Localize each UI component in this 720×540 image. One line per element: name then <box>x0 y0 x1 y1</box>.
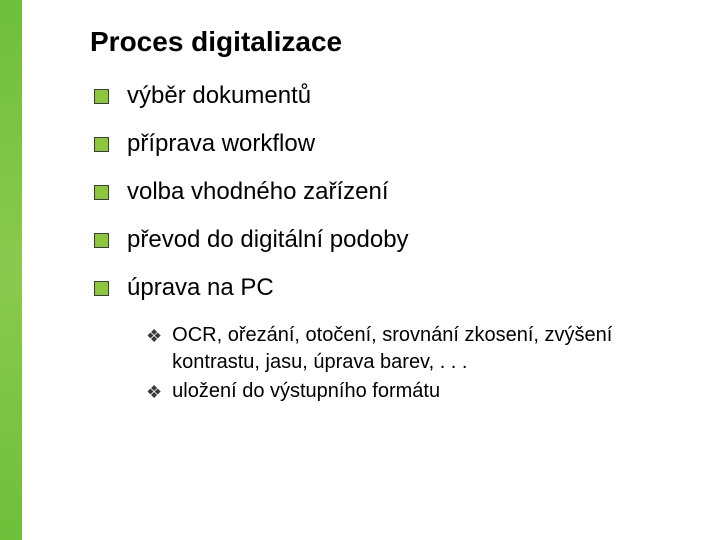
list-item: volba vhodného zařízení <box>94 178 680 206</box>
square-bullet-icon <box>94 233 109 248</box>
left-accent-stripe <box>0 0 22 540</box>
diamond-bullet-icon: ❖ <box>146 324 162 348</box>
sub-list-item: ❖ OCR, ořezání, otočení, srovnání zkosen… <box>146 322 680 376</box>
square-bullet-icon <box>94 281 109 296</box>
list-item-label: volba vhodného zařízení <box>127 178 389 206</box>
list-item-label: výběr dokumentů <box>127 82 311 110</box>
list-item-label: příprava workflow <box>127 130 315 158</box>
diamond-bullet-icon: ❖ <box>146 380 162 404</box>
list-item: výběr dokumentů <box>94 82 680 110</box>
sub-bullet-list: ❖ OCR, ořezání, otočení, srovnání zkosen… <box>146 322 680 405</box>
list-item: úprava na PC <box>94 274 680 302</box>
list-item: příprava workflow <box>94 130 680 158</box>
bullet-list: výběr dokumentů příprava workflow volba … <box>94 82 680 405</box>
slide-title: Proces digitalizace <box>90 26 680 58</box>
list-item: převod do digitální podoby <box>94 226 680 254</box>
slide-content: Proces digitalizace výběr dokumentů příp… <box>90 26 680 407</box>
square-bullet-icon <box>94 137 109 152</box>
sub-list-item-label: OCR, ořezání, otočení, srovnání zkosení,… <box>172 322 652 376</box>
sub-list-item: ❖ uložení do výstupního formátu <box>146 378 680 405</box>
square-bullet-icon <box>94 89 109 104</box>
list-item-label: převod do digitální podoby <box>127 226 409 254</box>
list-item-label: úprava na PC <box>127 274 274 302</box>
square-bullet-icon <box>94 185 109 200</box>
sub-list-item-label: uložení do výstupního formátu <box>172 378 440 405</box>
